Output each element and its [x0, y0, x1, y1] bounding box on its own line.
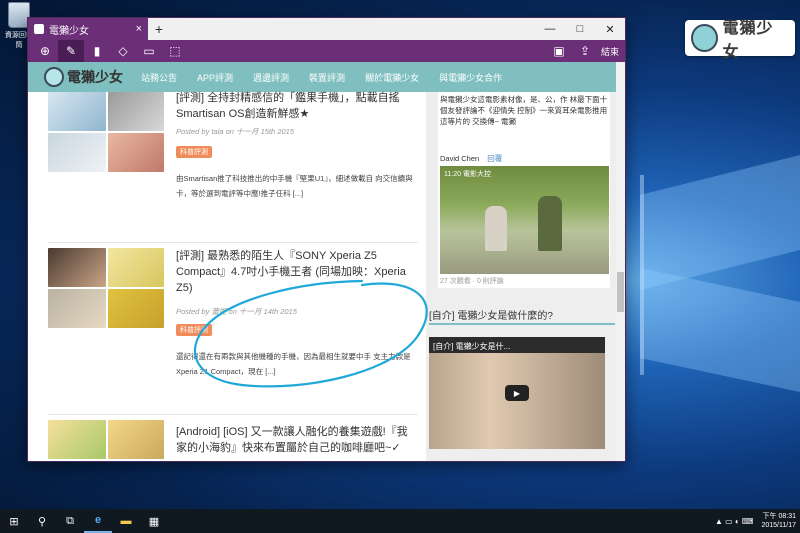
page-content: 電獺少女 站務公告 APP評測 週邊評測 裝置評測 關於電獺少女 與電獺少女合作…: [28, 62, 618, 462]
photo-caption: 11:20 電影大控: [444, 171, 491, 178]
divider: [48, 414, 418, 415]
brand-watermark: 電獺少女: [685, 20, 795, 61]
nav-item[interactable]: 裝置評測: [309, 71, 345, 84]
thumbnail-image: [48, 92, 106, 131]
tab-close-icon[interactable]: ×: [136, 23, 142, 35]
page-scrollbar[interactable]: [616, 62, 625, 461]
start-button-icon[interactable]: ⊞: [0, 509, 28, 533]
nav-item[interactable]: 週邊評測: [253, 71, 289, 84]
maximize-button[interactable]: □: [565, 18, 595, 40]
search-icon[interactable]: ⚲: [28, 509, 56, 533]
play-icon[interactable]: ▶: [505, 385, 529, 401]
thumbnail-image: [108, 420, 164, 459]
article-item: [評測] 最熟悉的陌生人『SONY Xperia Z5 Compact』4.7吋…: [48, 248, 418, 388]
scrollbar-thumb[interactable]: [617, 272, 624, 312]
clock-time: 下午 08:31: [762, 513, 796, 520]
video-player[interactable]: [自介] 電獺少女是什... ▶: [429, 337, 605, 449]
author-name: David Chen: [440, 154, 480, 163]
title-bar: 電獺少女 × + — □ ✕: [28, 18, 625, 40]
nav-item[interactable]: 與電獺少女合作: [439, 71, 502, 84]
cyclist-figure: [538, 196, 562, 251]
pan-icon[interactable]: ⊕: [32, 40, 58, 62]
save-icon[interactable]: ▣: [549, 40, 569, 62]
nav-item[interactable]: 站務公告: [141, 71, 177, 84]
task-view-icon[interactable]: ⧉: [56, 509, 84, 533]
article-thumbnails[interactable]: [48, 248, 164, 328]
close-button[interactable]: ✕: [595, 18, 625, 40]
new-tab-button[interactable]: +: [150, 18, 168, 40]
store-icon[interactable]: ▦: [140, 509, 168, 533]
system-tray: ▲ ▭ ◐ ⌨ 下午 08:31 2015/11/17: [715, 509, 796, 533]
thumbnail-image: [108, 248, 164, 287]
category-tag[interactable]: 科普評測: [176, 324, 212, 336]
brand-name: 電獺少女: [722, 20, 774, 61]
highlighter-icon[interactable]: ▮: [84, 40, 110, 62]
comment-author: David Chen 回覆: [440, 153, 502, 164]
thumbnail-image: [48, 133, 106, 172]
comment-icon[interactable]: ▭: [136, 40, 162, 62]
article-meta: Posted by 蕾妮 on 十一月 14th 2015: [176, 307, 297, 316]
taskbar: ⊞ ⚲ ⧉ e ▬ ▦ ▲ ▭ ◐ ⌨ 下午 08:31 2015/11/17: [0, 509, 800, 533]
toolbar-right: ▣ ⇪ 結束: [549, 40, 619, 62]
site-favicon-icon: [34, 24, 44, 34]
comment-text: 與電獺少女這電影素材像，是、公，作 林最下面十個友發評論不《迎情失 控制》一來質…: [440, 95, 608, 126]
otter-logo-icon: [691, 24, 719, 52]
file-explorer-icon[interactable]: ▬: [112, 509, 140, 533]
thumbnail-image: [108, 461, 164, 462]
article-meta: Posted by tala on 十一月 15th 2015: [176, 127, 294, 136]
photo-stats: 27 次觀看 · 0 則評論: [440, 278, 504, 285]
edge-browser-window: 電獺少女 × + — □ ✕ ⊕ ✎ ▮ ◇ ▭ ⬚ ▣ ⇪ 結束 電獺少女 站…: [27, 17, 626, 462]
divider: [48, 242, 418, 243]
browser-tab[interactable]: 電獺少女 ×: [28, 18, 148, 40]
clock[interactable]: 下午 08:31 2015/11/17: [761, 512, 796, 530]
article-title[interactable]: [評測] 全持封精感信的「鑑果手機」，點載自搖 Smartisan OS創造新鮮…: [176, 90, 418, 122]
share-icon[interactable]: ⇪: [575, 40, 595, 62]
nav-item[interactable]: APP評測: [197, 71, 233, 84]
article-thumbnails[interactable]: [48, 92, 164, 172]
wallpaper-beam: [640, 267, 800, 393]
article-title[interactable]: [評測] 最熟悉的陌生人『SONY Xperia Z5 Compact』4.7吋…: [176, 248, 418, 296]
video-frame: [429, 353, 605, 449]
video-title: [自介] 電獺少女是什...: [433, 342, 511, 351]
heading-underline: [429, 323, 615, 325]
clock-date: 2015/11/17: [761, 522, 796, 529]
sidebar: 與電獺少女這電影素材像，是、公，作 林最下面十個友發評論不《迎情失 控制》一來質…: [426, 92, 618, 461]
eraser-icon[interactable]: ◇: [110, 40, 136, 62]
thumbnail-image: [108, 289, 164, 328]
reply-link[interactable]: 回覆: [487, 154, 502, 163]
clip-icon[interactable]: ⬚: [162, 40, 188, 62]
thumbnail-image: [48, 248, 106, 287]
comment-card: 與電獺少女這電影素材像，是、公，作 林最下面十個友發評論不《迎情失 控制》一來質…: [438, 92, 610, 288]
site-logo-name: 電獺少女: [67, 69, 123, 85]
article-item: [Android] [iOS] 又一款讓人融化的養集遊戲!『我家的小海豹』快來布…: [48, 420, 418, 462]
tray-icons[interactable]: ▲ ▭ ◐ ⌨: [715, 517, 754, 526]
article-excerpt: 由Smartisan推了科技推出的中手機『堅果U1』，細述做載自 向交信續與卡，…: [176, 174, 413, 198]
thumbnail-image: [48, 289, 106, 328]
article-thumbnails[interactable]: [48, 420, 164, 462]
article-excerpt: 還記得還在有兩款與其他機種的手機，因為最相生就要中手 支主力款是Xperia Z…: [176, 352, 411, 376]
thumbnail-image: [108, 92, 164, 131]
wallpaper-beam: [640, 155, 800, 290]
pen-icon[interactable]: ✎: [58, 40, 84, 62]
sidebar-heading: [自介] 電獺少女是做什麼的?: [429, 311, 553, 322]
thumbnail-image: [48, 461, 106, 462]
site-nav: 電獺少女 站務公告 APP評測 週邊評測 裝置評測 關於電獺少女 與電獺少女合作: [28, 62, 618, 92]
otter-logo-icon: [44, 67, 64, 87]
shared-photo[interactable]: 11:20 電影大控: [440, 166, 609, 274]
site-logo[interactable]: 電獺少女: [44, 67, 123, 87]
article-title[interactable]: [Android] [iOS] 又一款讓人融化的養集遊戲!『我家的小海豹』快來布…: [176, 424, 418, 456]
tab-title: 電獺少女: [49, 25, 89, 37]
article-item: [評測] 全持封精感信的「鑑果手機」，點載自搖 Smartisan OS創造新鮮…: [48, 92, 418, 226]
exit-button[interactable]: 結束: [601, 45, 619, 58]
thumbnail-image: [48, 420, 106, 459]
thumbnail-image: [108, 133, 164, 172]
edge-icon[interactable]: e: [84, 509, 112, 533]
cyclist-figure: [485, 206, 507, 251]
window-controls: — □ ✕: [535, 18, 625, 40]
category-tag[interactable]: 科普評測: [176, 146, 212, 158]
web-note-toolbar: ⊕ ✎ ▮ ◇ ▭ ⬚ ▣ ⇪ 結束: [28, 40, 625, 62]
minimize-button[interactable]: —: [535, 18, 565, 40]
nav-item[interactable]: 關於電獺少女: [365, 71, 419, 84]
wallpaper-beam: [640, 175, 644, 375]
